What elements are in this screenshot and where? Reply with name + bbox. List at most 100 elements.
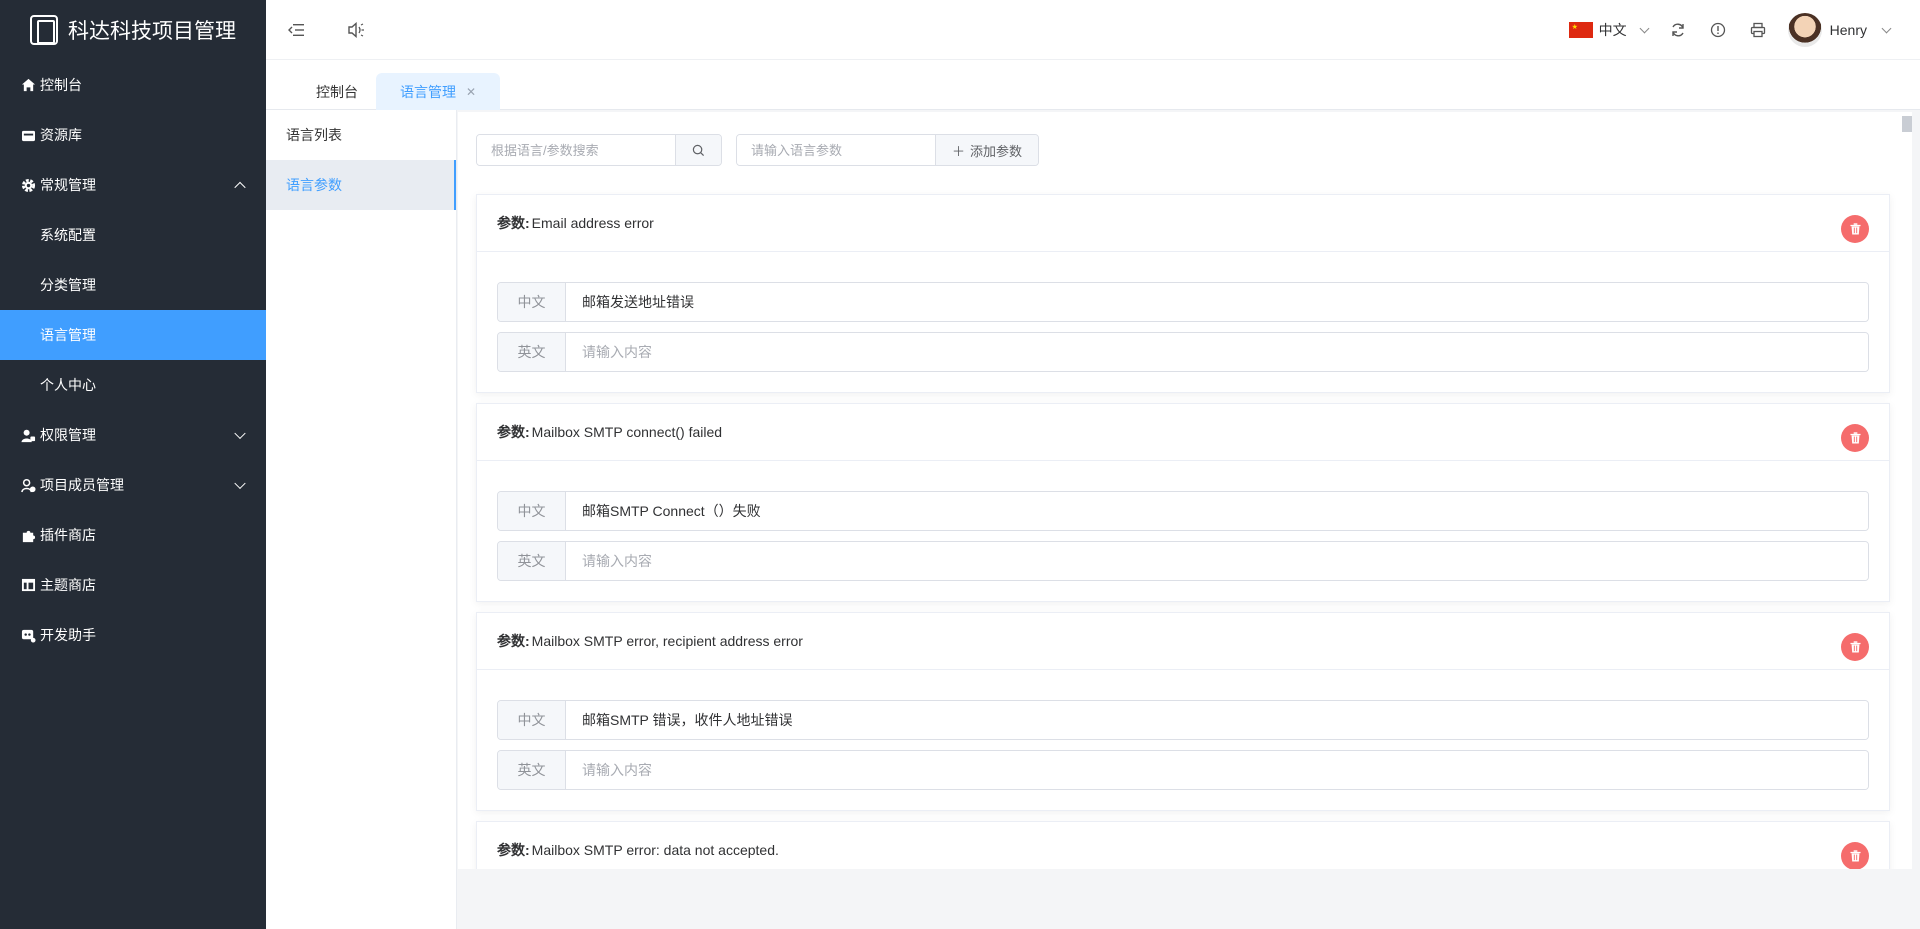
sidebar-item-themes[interactable]: 主题商店	[0, 560, 266, 610]
avatar	[1787, 13, 1822, 47]
delete-button[interactable]	[1841, 215, 1869, 243]
sidebar-item-label: 开发助手	[40, 627, 96, 643]
param-input[interactable]	[737, 135, 935, 165]
chevron-down-icon	[234, 427, 246, 440]
sidebar-item-label: 主题商店	[40, 577, 96, 593]
search-input[interactable]	[477, 135, 675, 165]
robot-icon	[20, 627, 36, 643]
zh-row: 中文	[497, 282, 1869, 322]
sidebar-item-category[interactable]: 分类管理	[0, 260, 266, 310]
plus-icon: ＋	[952, 143, 966, 159]
sidebar-item-label: 分类管理	[40, 277, 96, 293]
search-group	[476, 134, 722, 166]
param-label: 参数:	[497, 842, 530, 858]
zh-input[interactable]	[566, 283, 1868, 321]
sidebar-item-language[interactable]: 语言管理	[0, 310, 266, 360]
en-prefix: 英文	[498, 333, 566, 371]
sidebar-item-label: 控制台	[40, 77, 82, 93]
subnav-item-language-params[interactable]: 语言参数	[266, 160, 456, 210]
en-input[interactable]	[566, 751, 1868, 789]
en-prefix: 英文	[498, 542, 566, 580]
chevron-down-icon	[234, 477, 246, 490]
zh-prefix: 中文	[498, 701, 566, 739]
add-param-button[interactable]: ＋ 添加参数	[935, 135, 1039, 165]
trash-icon	[1849, 641, 1861, 653]
info-icon[interactable]	[1708, 20, 1728, 40]
sidebar-item-permissions[interactable]: 权限管理	[0, 410, 266, 460]
trash-icon	[1849, 432, 1861, 444]
delete-button[interactable]	[1841, 424, 1869, 452]
sidebar-item-dashboard[interactable]: 控制台	[0, 60, 266, 110]
language-switcher[interactable]: 中文	[1568, 20, 1650, 40]
en-row: 英文	[497, 750, 1869, 790]
sidebar-item-profile[interactable]: 个人中心	[0, 360, 266, 410]
collapse-menu-icon[interactable]	[286, 20, 306, 40]
delete-button[interactable]	[1841, 633, 1869, 661]
search-button[interactable]	[675, 135, 721, 165]
member-icon	[20, 477, 36, 493]
logo-icon	[30, 15, 58, 45]
zh-input[interactable]	[566, 701, 1868, 739]
layout-icon	[20, 577, 36, 593]
tab-dashboard[interactable]: 控制台	[296, 73, 378, 110]
param-key: Mailbox SMTP error: data not accepted.	[531, 842, 779, 858]
en-row: 英文	[497, 541, 1869, 581]
add-param-label: 添加参数	[970, 143, 1023, 159]
language-label: 中文	[1598, 22, 1627, 38]
tab-label: 控制台	[316, 83, 358, 100]
param-card: 参数: Mailbox SMTP error, recipient addres…	[476, 612, 1890, 811]
sidebar-item-label: 项目成员管理	[40, 477, 124, 493]
close-icon[interactable]: ✕	[466, 85, 476, 99]
app-title: 科达科技项目管理	[68, 19, 236, 43]
refresh-icon[interactable]	[1668, 20, 1688, 40]
sidebar-item-label: 资源库	[40, 127, 82, 143]
en-input[interactable]	[566, 333, 1868, 371]
sidebar-item-label: 常规管理	[40, 177, 96, 193]
delete-button[interactable]	[1841, 842, 1869, 869]
sidebar-item-general[interactable]: 常规管理	[0, 160, 266, 210]
gear-icon	[20, 177, 36, 193]
add-param-group: ＋ 添加参数	[736, 134, 1040, 166]
speaker-icon[interactable]	[346, 20, 366, 40]
main-content: ＋ 添加参数 参数: Email address error 中文 英文	[458, 112, 1912, 869]
home-icon	[20, 77, 36, 93]
sidebar-item-label: 系统配置	[40, 227, 96, 243]
sidebar: 科达科技项目管理 控制台 资源库 常规管理 系统配置 分类管理 语言管理 个人中…	[0, 0, 266, 929]
sidebar-item-label: 语言管理	[40, 327, 96, 343]
sidebar-item-label: 插件商店	[40, 527, 96, 543]
param-label: 参数:	[497, 424, 530, 440]
sidebar-item-resources[interactable]: 资源库	[0, 110, 266, 160]
param-card: 参数: Mailbox SMTP error: data not accepte…	[476, 821, 1890, 869]
sidebar-item-dev-assistant[interactable]: 开发助手	[0, 610, 266, 660]
username: Henry	[1829, 22, 1867, 38]
scrollbar[interactable]	[1902, 116, 1912, 132]
en-row: 英文	[497, 332, 1869, 372]
param-key: Mailbox SMTP connect() failed	[531, 424, 723, 440]
subnav-item-label: 语言列表	[286, 127, 342, 143]
sidebar-item-plugins[interactable]: 插件商店	[0, 510, 266, 560]
puzzle-icon	[20, 527, 36, 543]
subnav-item-label: 语言参数	[286, 177, 342, 193]
sidebar-item-members[interactable]: 项目成员管理	[0, 460, 266, 510]
app-logo[interactable]: 科达科技项目管理	[0, 0, 266, 60]
tab-language-management[interactable]: 语言管理 ✕	[376, 73, 501, 110]
en-input[interactable]	[566, 542, 1868, 580]
print-icon[interactable]	[1748, 20, 1768, 40]
chevron-down-icon	[1881, 23, 1892, 33]
zh-input[interactable]	[566, 492, 1868, 530]
subnav-item-language-list[interactable]: 语言列表	[266, 110, 456, 160]
chevron-up-icon	[234, 181, 246, 194]
chevron-down-icon	[1639, 23, 1650, 33]
param-key: Mailbox SMTP error, recipient address er…	[531, 633, 803, 649]
trash-icon	[1849, 850, 1861, 862]
sidebar-item-system-config[interactable]: 系统配置	[0, 210, 266, 260]
language-subnav: 语言列表 语言参数	[266, 110, 457, 929]
user-menu[interactable]: Henry	[1787, 13, 1892, 47]
search-icon	[692, 144, 705, 156]
param-label: 参数:	[497, 215, 530, 231]
zh-prefix: 中文	[498, 492, 566, 530]
param-card: 参数: Email address error 中文 英文	[476, 194, 1890, 393]
param-label: 参数:	[497, 633, 530, 649]
zh-row: 中文	[497, 491, 1869, 531]
folder-icon	[20, 127, 36, 143]
